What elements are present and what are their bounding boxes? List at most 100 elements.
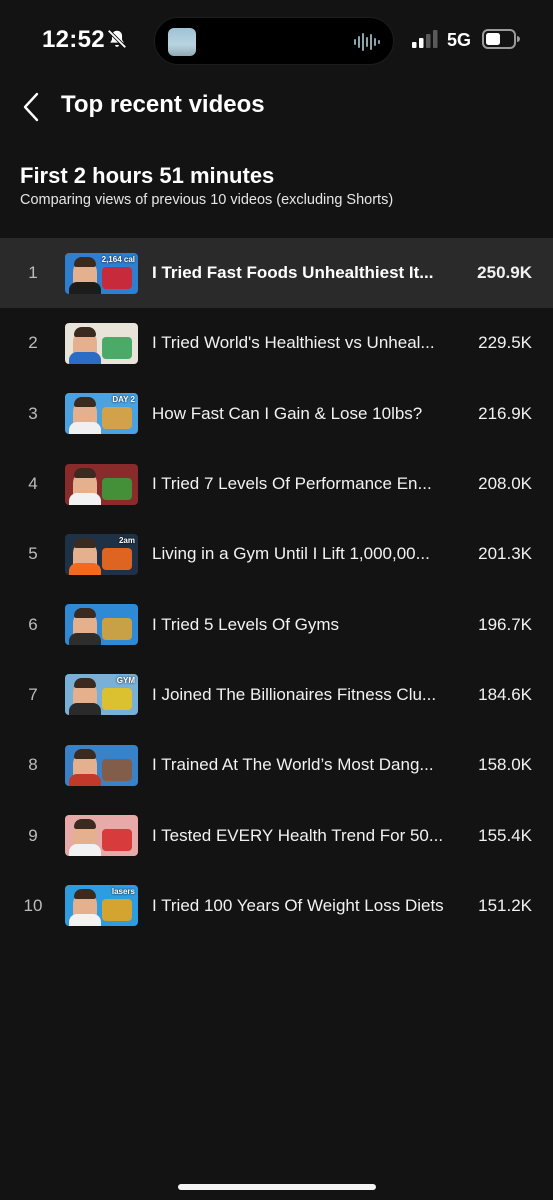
thumbnail-accent — [102, 266, 132, 289]
section-title: First 2 hours 51 minutes — [20, 163, 275, 188]
video-row[interactable]: 2 I Tried World's Healthiest vs Unheal...… — [0, 308, 553, 378]
video-row[interactable]: 5 2am Living in a Gym Until I Lift 1,000,0… — [0, 519, 553, 589]
video-rank: 3 — [28, 403, 38, 423]
video-list: 1 2,164 cal I Tried Fast Foods Unhealthies… — [0, 238, 553, 941]
video-rank: 2 — [28, 333, 38, 353]
thumbnail-accent — [102, 899, 132, 922]
thumbnail-shirt — [69, 422, 101, 435]
video-views: 184.6K — [478, 684, 532, 704]
video-title: I Tried World's Healthiest vs Unheal... — [152, 333, 435, 353]
video-thumbnail[interactable]: DAY 2 — [65, 393, 138, 435]
thumbnail-hair — [74, 467, 96, 478]
video-views: 158.0K — [478, 755, 532, 775]
video-thumbnail[interactable] — [65, 744, 138, 786]
thumbnail-text: 2,164 cal — [101, 254, 135, 264]
back-button[interactable] — [14, 88, 48, 126]
video-rank: 9 — [28, 825, 38, 845]
thumbnail-accent — [102, 829, 132, 852]
thumbnail-accent — [102, 547, 132, 570]
video-row[interactable]: 9 I Tested EVERY Health Trend For 50... 15… — [0, 800, 553, 870]
now-playing-artwork — [168, 28, 196, 56]
thumbnail-hair — [74, 537, 96, 548]
thumbnail-hair — [74, 326, 96, 337]
section-subtitle: Comparing views of previous 10 videos (e… — [20, 192, 394, 208]
thumbnail-shirt — [69, 562, 101, 575]
network-type: 5G — [447, 30, 472, 50]
thumbnail-text: GYM — [116, 676, 135, 686]
thumbnail-text: 2am — [118, 535, 135, 545]
video-thumbnail[interactable] — [65, 815, 138, 857]
thumbnail-text: DAY 2 — [112, 395, 135, 405]
video-views: 155.4K — [478, 825, 532, 845]
video-row[interactable]: 6 I Tried 5 Levels Of Gyms 196.7K — [0, 589, 553, 659]
video-thumbnail[interactable] — [65, 604, 138, 646]
thumbnail-hair — [74, 819, 96, 830]
video-views: 151.2K — [478, 895, 532, 915]
thumbnail-hair — [74, 397, 96, 408]
video-rank: 10 — [23, 895, 43, 915]
video-rank: 8 — [28, 755, 38, 775]
status-time: 12:52 — [42, 26, 105, 53]
thumbnail-shirt — [69, 703, 101, 716]
dynamic-island[interactable] — [154, 17, 394, 65]
thumbnail-accent — [102, 336, 132, 359]
video-thumbnail[interactable]: lasers — [65, 885, 138, 927]
video-rank: 1 — [28, 263, 38, 283]
video-thumbnail[interactable] — [65, 463, 138, 505]
thumbnail-shirt — [69, 633, 101, 646]
thumbnail-shirt — [69, 914, 101, 927]
thumbnail-shirt — [69, 773, 101, 786]
thumbnail-hair — [74, 608, 96, 619]
thumbnail-hair — [74, 889, 96, 900]
video-title: I Tried 7 Levels Of Performance En... — [152, 474, 432, 494]
status-bar: 12:52 5G — [0, 0, 553, 80]
video-thumbnail[interactable]: 2,164 cal — [65, 252, 138, 294]
video-row[interactable]: 7 GYM I Joined The Billionaires Fitness Cl… — [0, 660, 553, 730]
bell-off-icon — [107, 29, 127, 49]
video-views: 216.9K — [478, 403, 532, 423]
video-row[interactable]: 4 I Tried 7 Levels Of Performance En... 20… — [0, 449, 553, 519]
thumbnail-hair — [74, 748, 96, 759]
video-rank: 5 — [28, 544, 38, 564]
chevron-left-icon — [23, 92, 39, 122]
video-rank: 7 — [28, 684, 38, 704]
video-views: 250.9K — [477, 263, 532, 283]
video-thumbnail[interactable] — [65, 322, 138, 364]
thumbnail-shirt — [69, 351, 101, 364]
cellular-signal-icon — [412, 30, 438, 48]
video-views: 201.3K — [478, 544, 532, 564]
video-row[interactable]: 3 DAY 2 How Fast Can I Gain & Lose 10lbs? 2… — [0, 379, 553, 449]
video-rank: 4 — [28, 474, 38, 494]
page-title: Top recent videos — [61, 91, 265, 118]
thumbnail-accent — [102, 618, 132, 641]
thumbnail-accent — [102, 477, 132, 500]
video-row[interactable]: 8 I Trained At The World’s Most Dang... 15… — [0, 730, 553, 800]
video-row[interactable]: 10 lasers I Tried 100 Years Of Weight Loss… — [0, 871, 553, 941]
video-rank: 6 — [28, 614, 38, 634]
thumbnail-shirt — [69, 281, 101, 294]
video-title: I Tried Fast Foods Unhealthiest It... — [152, 263, 434, 283]
video-title: Living in a Gym Until I Lift 1,000,00... — [152, 544, 430, 564]
video-row[interactable]: 1 2,164 cal I Tried Fast Foods Unhealthies… — [0, 238, 553, 309]
video-title: I Joined The Billionaires Fitness Clu... — [152, 684, 437, 704]
video-thumbnail[interactable]: 2am — [65, 533, 138, 575]
battery-icon — [482, 29, 520, 49]
video-title: How Fast Can I Gain & Lose 10lbs? — [152, 403, 423, 423]
video-views: 208.0K — [478, 474, 532, 494]
screen: 12:52 5G Top recent videos First 2 hours… — [0, 0, 553, 1200]
video-thumbnail[interactable]: GYM — [65, 674, 138, 716]
video-title: I Tested EVERY Health Trend For 50... — [152, 825, 444, 845]
audio-waveform-icon — [354, 33, 380, 51]
video-title: I Tried 100 Years Of Weight Loss Diets — [152, 895, 444, 915]
video-views: 229.5K — [478, 333, 532, 353]
video-title: I Trained At The World’s Most Dang... — [152, 755, 434, 775]
video-title: I Tried 5 Levels Of Gyms — [152, 614, 340, 634]
thumbnail-hair — [74, 678, 96, 689]
thumbnail-accent — [102, 407, 132, 430]
thumbnail-accent — [102, 758, 132, 781]
thumbnail-accent — [102, 688, 132, 711]
video-views: 196.7K — [478, 614, 532, 634]
thumbnail-shirt — [69, 492, 101, 505]
thumbnail-shirt — [69, 844, 101, 857]
home-indicator[interactable] — [178, 1184, 376, 1190]
